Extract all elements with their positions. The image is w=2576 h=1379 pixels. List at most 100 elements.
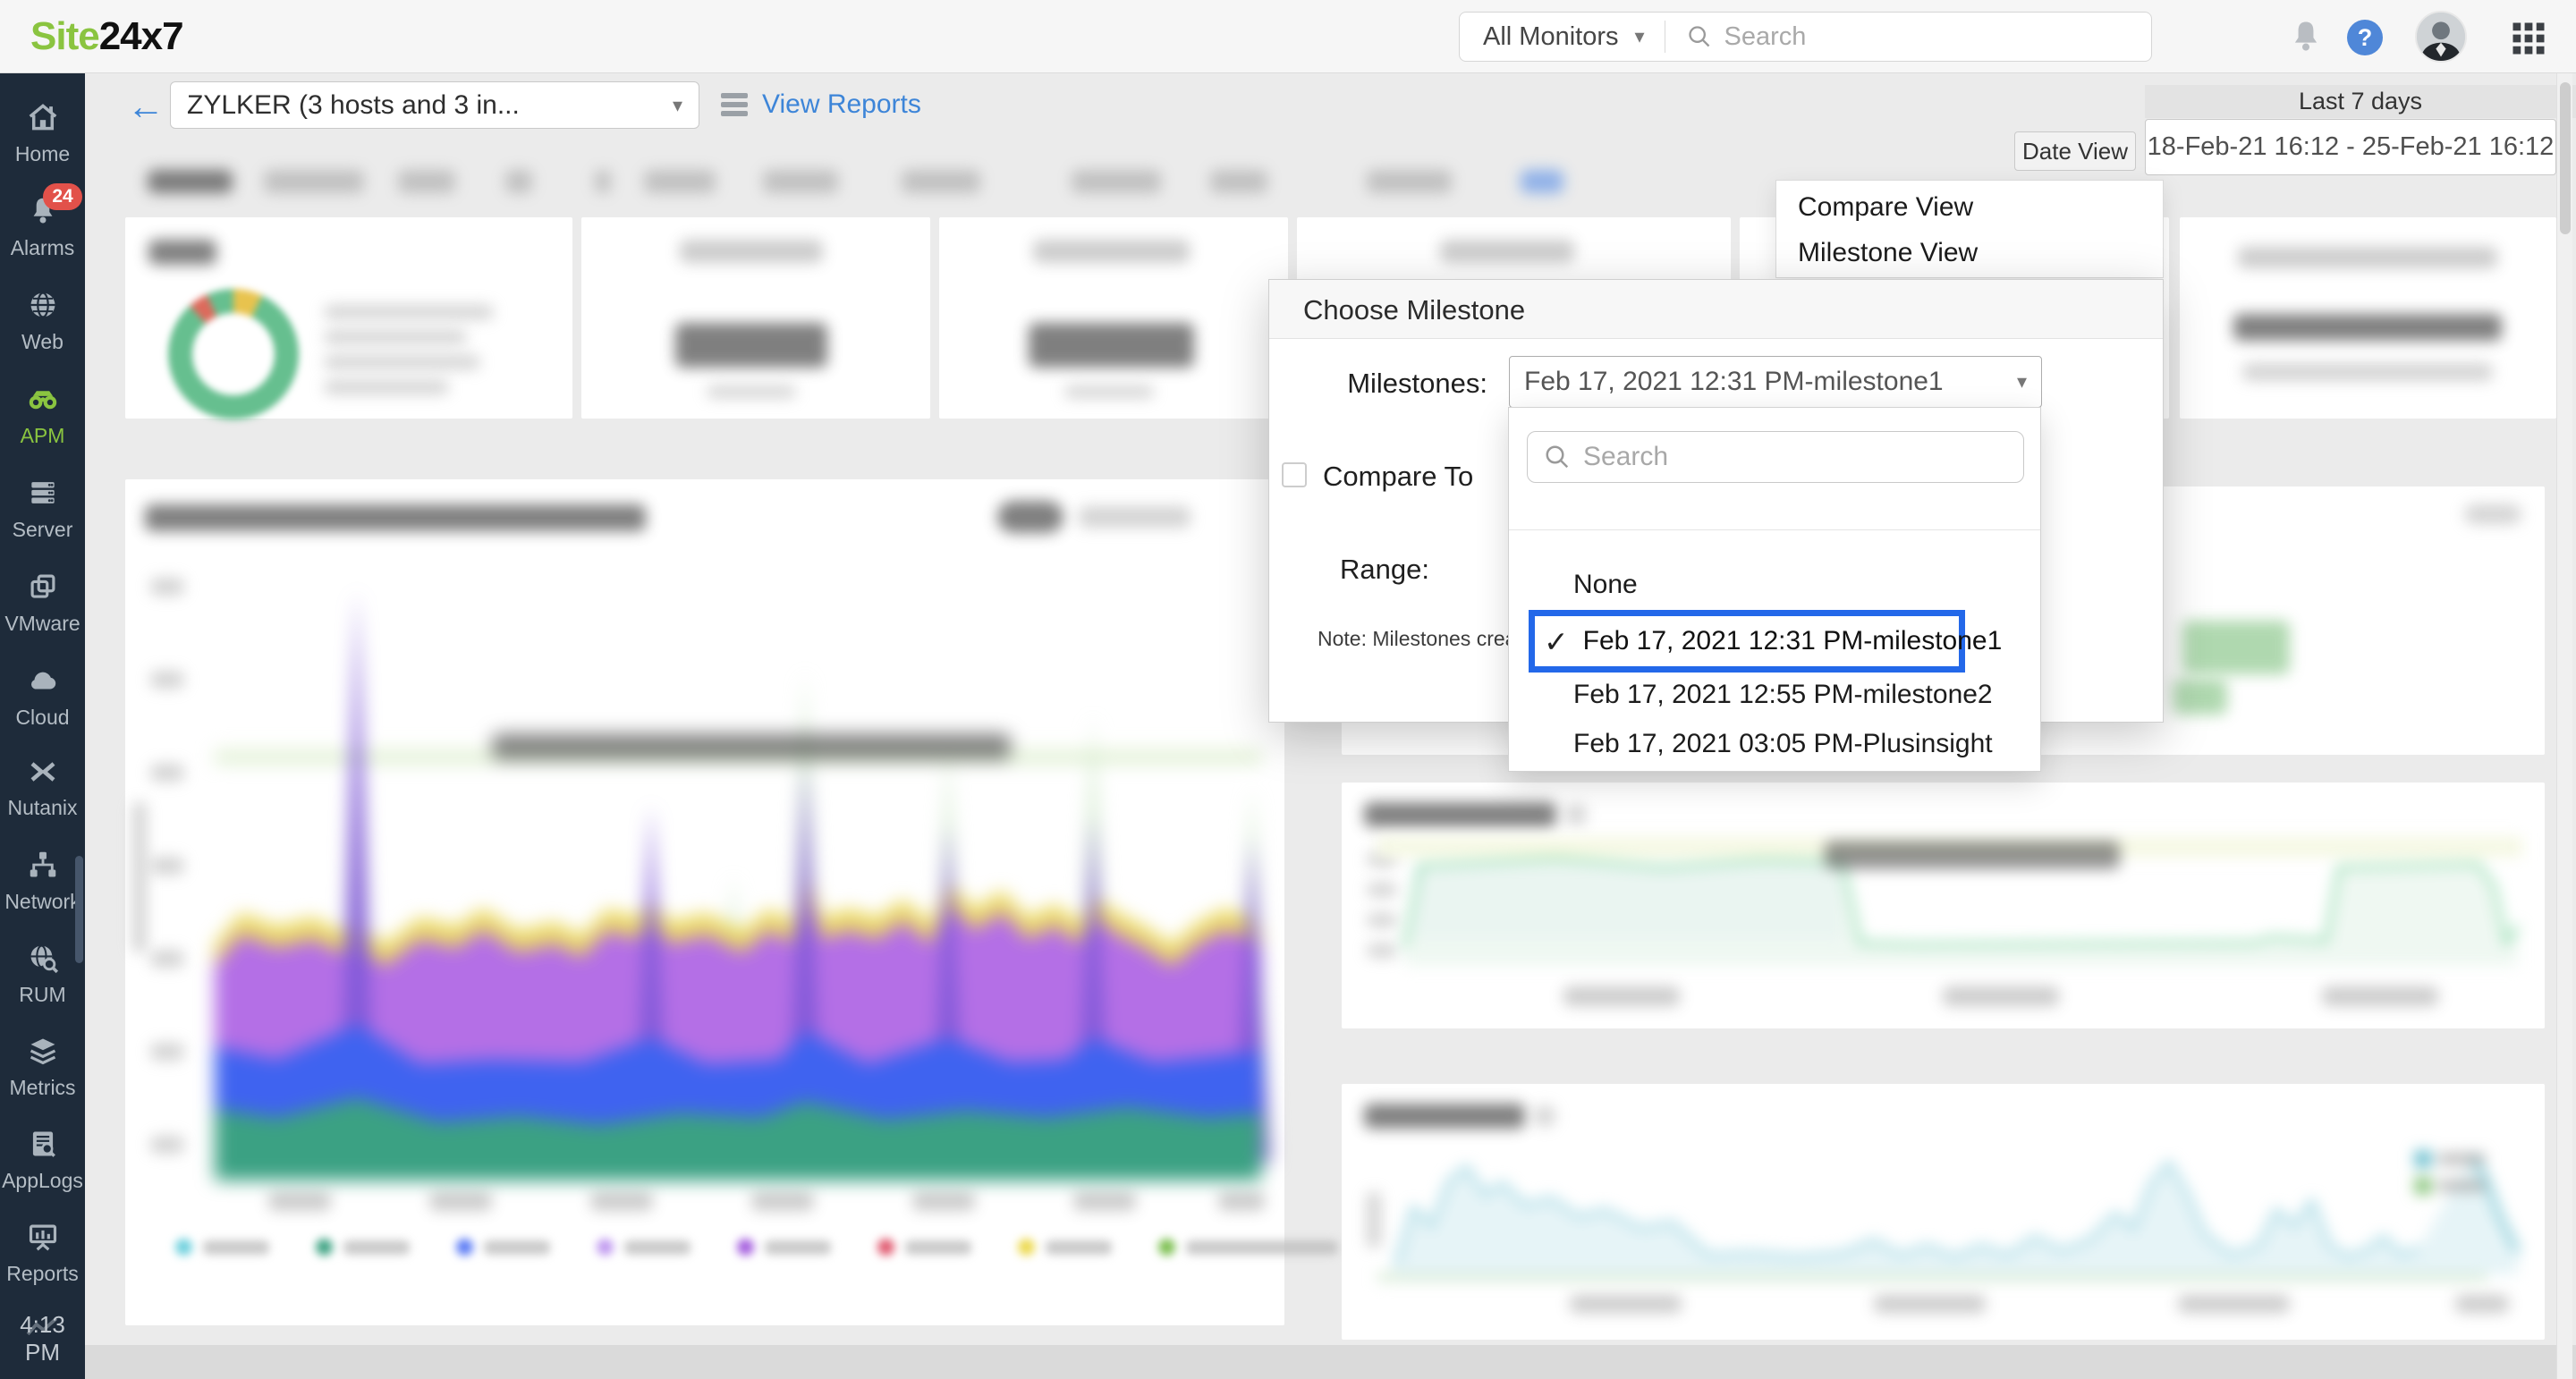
milestone-option-selected[interactable]: ✓ Feb 17, 2021 12:31 PM-milestone1 — [1529, 610, 1965, 673]
back-arrow-icon[interactable]: ← — [127, 88, 165, 125]
sidebar-scroll-thumb[interactable] — [75, 856, 83, 963]
milestone-select-value: Feb 17, 2021 12:31 PM-milestone1 — [1524, 367, 1944, 397]
monitor-selector-value: ZYLKER (3 hosts and 3 in... — [187, 90, 520, 121]
rum-icon — [26, 941, 60, 975]
sidebar-item-web[interactable]: Web — [0, 288, 85, 354]
apm-binoculars-icon — [25, 382, 61, 416]
sidebar-item-label: RUM — [0, 983, 85, 1007]
milestone-search-input[interactable] — [1583, 442, 1977, 472]
tile-metric — [939, 217, 1288, 419]
user-throughput-chart — [1377, 1131, 2522, 1297]
sidebar-item-label: Home — [0, 142, 85, 166]
legend-item — [175, 1239, 269, 1256]
legend-item — [456, 1239, 550, 1256]
site24x7-logo[interactable]: Site24x7 — [30, 14, 183, 59]
avatar[interactable] — [2415, 11, 2467, 63]
monitor-selector-dropdown[interactable]: ZYLKER (3 hosts and 3 in... ▾ — [170, 81, 699, 129]
legend-item — [877, 1239, 971, 1256]
applogs-icon — [26, 1127, 60, 1161]
legend-item — [1158, 1239, 1338, 1256]
sidebar-item-server[interactable]: Server — [0, 476, 85, 542]
reports-icon — [26, 1220, 60, 1254]
logo-green: Site — [30, 14, 99, 58]
notification-bell-icon[interactable] — [2286, 16, 2326, 57]
sidebar-item-home[interactable]: Home — [0, 100, 85, 166]
search-icon — [1687, 24, 1712, 49]
milestone-option-plusinsight[interactable]: Feb 17, 2021 03:05 PM-Plusinsight — [1509, 721, 2042, 767]
check-icon: ✓ — [1544, 624, 1569, 659]
nutanix-icon — [26, 756, 60, 788]
sidebar-item-apm[interactable]: APM — [0, 382, 85, 448]
sidebar-item-reports[interactable]: Reports — [0, 1220, 85, 1286]
sidebar-item-rum[interactable]: RUM — [0, 941, 85, 1007]
chevron-down-icon: ▾ — [673, 94, 682, 117]
modal-title: Choose Milestone — [1303, 294, 1525, 326]
request-throughput-chart — [1377, 832, 2522, 988]
search-input[interactable] — [1724, 22, 2020, 52]
view-reports-label: View Reports — [762, 89, 921, 120]
sidebar-item-label: Reports — [0, 1262, 85, 1286]
vmware-icon — [26, 570, 60, 604]
network-icon — [26, 848, 60, 882]
sidebar-item-label: Metrics — [0, 1076, 85, 1100]
date-view-menu: Compare View Milestone View — [1775, 180, 2164, 278]
divider — [1509, 529, 2040, 530]
chart-legend — [175, 1239, 1338, 1256]
milestone-dropdown-panel: None ✓ Feb 17, 2021 12:31 PM-milestone1 … — [1508, 407, 2041, 772]
sidebar-item-applogs[interactable]: AppLogs — [0, 1127, 85, 1193]
top-bar: Site24x7 All Monitors ▾ ? — [0, 0, 2576, 73]
sidebar-item-network[interactable]: Network — [0, 848, 85, 914]
menu-item-milestone-view[interactable]: Milestone View — [1776, 230, 2165, 276]
milestone-option-milestone2[interactable]: Feb 17, 2021 12:55 PM-milestone2 — [1509, 672, 2042, 718]
monitor-scope-dropdown[interactable]: All Monitors ▾ — [1460, 22, 1665, 52]
sidebar-item-label: Server — [0, 518, 85, 542]
sidebar-item-alarms[interactable]: 24 Alarms — [0, 194, 85, 260]
compare-to-checkbox[interactable] — [1282, 462, 1307, 487]
server-icon — [26, 476, 60, 510]
legend-item — [316, 1239, 410, 1256]
page-scrollbar[interactable] — [2556, 73, 2572, 1379]
legend-item — [737, 1239, 831, 1256]
sidebar-item-cloud[interactable]: Cloud — [0, 664, 85, 730]
date-view-button[interactable]: Date View ▾ — [2014, 131, 2136, 171]
milestone-note: Note: Milestones create — [1318, 627, 1534, 651]
home-icon — [26, 100, 60, 134]
scrollbar-thumb[interactable] — [2560, 82, 2571, 234]
monitor-search-bar: All Monitors ▾ — [1459, 12, 2152, 62]
site24x7-app: Site24x7 All Monitors ▾ ? Home — [0, 0, 2576, 1379]
sidebar-item-vmware[interactable]: VMware — [0, 570, 85, 636]
legend-item — [597, 1239, 691, 1256]
cloud-icon — [25, 664, 61, 698]
sidebar-item-label: Cloud — [0, 706, 85, 730]
milestone-select[interactable]: Feb 17, 2021 12:31 PM-milestone1 ▾ — [1509, 356, 2042, 408]
milestone-option-none[interactable]: None — [1509, 562, 2042, 608]
view-reports-link[interactable]: View Reports — [721, 89, 921, 120]
search-icon — [1544, 444, 1571, 470]
menu-item-compare-view[interactable]: Compare View — [1776, 184, 2165, 231]
alarm-count-badge: 24 — [43, 183, 82, 210]
monitor-scope-label: All Monitors — [1483, 22, 1619, 52]
sidebar-item-metrics[interactable]: Metrics — [0, 1034, 85, 1100]
range-label: Range: — [1280, 554, 1429, 586]
date-range-picker[interactable]: 18-Feb-21 16:12 - 25-Feb-21 16:12 — [2145, 119, 2556, 175]
apdex-donut — [168, 289, 299, 419]
chevron-down-icon: ▾ — [2017, 370, 2027, 393]
sidebar-item-label: AppLogs — [0, 1169, 85, 1193]
apps-grid-icon[interactable] — [2510, 20, 2547, 57]
sidebar-item-label: Alarms — [0, 236, 85, 260]
sidebar-item-nutanix[interactable]: Nutanix — [0, 756, 85, 820]
local-time: 4:13 PM — [0, 1311, 85, 1366]
compare-to-label: Compare To — [1323, 461, 1520, 493]
response-time-stacked-chart — [206, 537, 1279, 1216]
date-quick-label: Last 7 days — [2145, 85, 2576, 118]
milestone-search-box — [1527, 431, 2024, 483]
sidebar-item-label: APM — [0, 424, 85, 448]
sidebar-item-label: Web — [0, 330, 85, 354]
legend-item — [1018, 1239, 1112, 1256]
help-icon[interactable]: ? — [2347, 20, 2383, 55]
metrics-layers-icon — [26, 1034, 60, 1068]
milestone-option-label: Feb 17, 2021 12:31 PM-milestone1 — [1583, 626, 2003, 656]
sidebar-nav: Home 24 Alarms Web APM Server VMware Clo… — [0, 73, 85, 1379]
globe-icon — [26, 288, 60, 322]
sidebar-item-label: VMware — [0, 612, 85, 636]
